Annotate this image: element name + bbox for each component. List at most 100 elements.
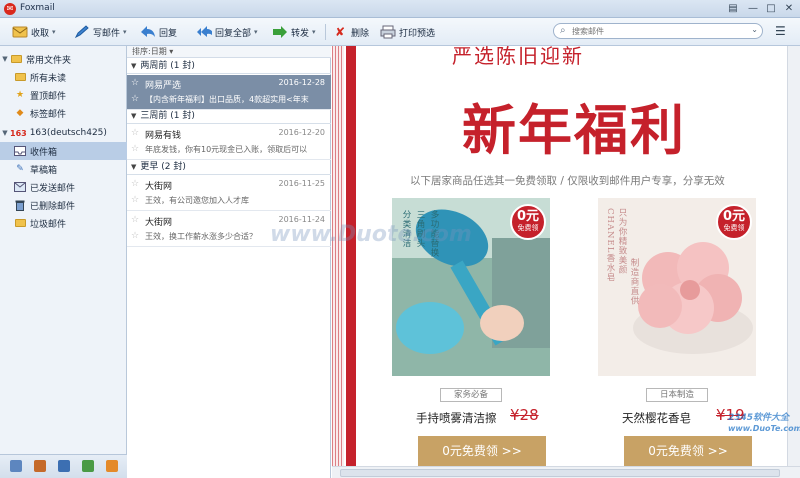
reply-all-label: 回复全部 xyxy=(215,28,252,39)
free-badge: 0元 免费领 xyxy=(510,204,546,240)
mail-view-icon[interactable] xyxy=(10,460,22,472)
flag-icon[interactable]: ☆ xyxy=(131,231,139,241)
flag-icon[interactable]: ☆ xyxy=(131,195,139,205)
mail-sender: 大街网 xyxy=(145,218,173,228)
mail-date: 2016-12-28 xyxy=(278,78,326,87)
sidebar-item-deleted[interactable]: 已删除邮件 xyxy=(0,196,127,214)
inbox-receive-icon xyxy=(12,25,28,39)
reply-arrow-icon xyxy=(140,25,156,39)
sidebar-item-account[interactable]: ▼ 163 163(deutsch425) xyxy=(0,124,127,142)
collapse-triangle-icon[interactable]: ▼ xyxy=(0,55,10,63)
print-preview-label: 打印预选 xyxy=(399,28,436,39)
product-tag: 日本制造 xyxy=(646,388,708,402)
printer-icon xyxy=(380,25,396,39)
contacts-icon[interactable] xyxy=(34,460,46,472)
group-label: 三周前 (1 封) xyxy=(140,111,195,121)
toolbar-divider xyxy=(325,24,326,40)
inbox-icon xyxy=(14,146,26,156)
window-title: Foxmail xyxy=(20,3,55,13)
notes-icon[interactable] xyxy=(82,460,94,472)
sidebar-item-label: 163(deutsch425) xyxy=(29,128,107,138)
maximize-icon[interactable]: □ xyxy=(764,2,778,16)
chevron-down-icon[interactable]: ▾ xyxy=(123,28,127,36)
sidebar-item-label: 垃圾邮件 xyxy=(30,219,67,230)
receive-button[interactable]: 收取 ▾ xyxy=(12,22,56,42)
search-box[interactable]: ⌕ ⌄ xyxy=(553,23,763,39)
star-icon: ★ xyxy=(15,90,25,100)
reply-label: 回复 xyxy=(159,28,178,39)
delete-x-icon: ✘ xyxy=(334,25,346,39)
mail-subject: 【内含新年福利】出口品质，4款超实用<年末 xyxy=(145,95,309,104)
minimize-icon[interactable]: — xyxy=(746,2,760,16)
claim-free-button[interactable]: 0元免费领 >> xyxy=(624,436,752,466)
close-icon[interactable]: ✕ xyxy=(782,2,796,16)
sidebar-item-all-unread[interactable]: 所有未读 xyxy=(0,68,127,86)
list-item[interactable]: ☆ 大街网 2016-11-25 ☆ 王效，有公司邀您加入人才库 xyxy=(127,176,331,211)
forward-arrow-icon xyxy=(272,25,288,39)
claim-free-button[interactable]: 0元免费领 >> xyxy=(418,436,546,466)
sidebar-item-tagged[interactable]: ◆ 标签邮件 xyxy=(0,104,127,122)
reply-all-arrow-icon xyxy=(196,25,212,39)
sidebar-item-label: 收件箱 xyxy=(30,147,58,158)
collapse-triangle-icon: ▼ xyxy=(131,112,137,120)
sidebar-item-sent[interactable]: 已发送邮件 xyxy=(0,178,127,196)
folder-icon xyxy=(14,218,26,228)
rss-icon[interactable] xyxy=(106,460,118,472)
compose-button[interactable]: 写邮件 ▾ xyxy=(74,22,127,42)
list-item[interactable]: ☆ 网易严选 2016-12-28 ☆ 【内含新年福利】出口品质，4款超实用<年… xyxy=(127,75,331,110)
collapse-triangle-icon: ▼ xyxy=(131,163,137,171)
tag-icon: ◆ xyxy=(16,108,24,118)
banner-top-text: 严选陈旧迎新 xyxy=(452,46,584,68)
menu-icon[interactable]: ▤ xyxy=(726,2,740,16)
reply-all-button[interactable]: 回复全部 ▾ xyxy=(196,22,258,42)
star-icon[interactable]: ☆ xyxy=(131,215,139,225)
star-icon[interactable]: ☆ xyxy=(131,179,139,189)
sidebar-item-inbox[interactable]: 收件箱 xyxy=(0,142,127,160)
vertical-scrollbar[interactable] xyxy=(787,46,800,466)
forward-button[interactable]: 转发 ▾ xyxy=(272,22,316,42)
search-input[interactable] xyxy=(572,25,732,37)
sort-header[interactable]: 排序:日期 ▾ xyxy=(127,46,331,58)
vertical-caption: 制造商直供 xyxy=(629,258,639,306)
group-header[interactable]: ▼ 三周前 (1 封) xyxy=(127,110,331,124)
star-icon[interactable]: ☆ xyxy=(131,128,139,138)
sidebar-item-drafts[interactable]: ✎ 草稿箱 xyxy=(0,160,127,178)
free-badge: 0元 免费领 xyxy=(716,204,752,240)
title-bar: ✉ Foxmail ▤ — □ ✕ xyxy=(0,0,800,18)
group-label: 更早 (2 封) xyxy=(140,162,186,172)
compose-label: 写邮件 xyxy=(93,28,121,39)
collapse-triangle-icon[interactable]: ▼ xyxy=(0,129,10,137)
main-menu-icon[interactable]: ☰ xyxy=(775,24,786,38)
calendar-icon[interactable] xyxy=(58,460,70,472)
badge-sub: 免费领 xyxy=(723,224,745,232)
sidebar: ▼ 常用文件夹 所有未读 ★ 置顶邮件 ◆ 标签邮件 ▼ 163 163(deu… xyxy=(0,46,127,478)
decorative-red-bar xyxy=(346,46,356,466)
draft-icon: ✎ xyxy=(16,164,24,174)
decorative-stripe xyxy=(332,46,344,466)
list-item[interactable]: ☆ 网易有钱 2016-12-20 ☆ 年底发钱，你有10元现金已入账，领取后可… xyxy=(127,125,331,160)
scrollbar-thumb[interactable] xyxy=(340,469,780,477)
watermark: 2345软件大全 xyxy=(728,413,790,423)
star-icon[interactable]: ☆ xyxy=(131,78,139,88)
badge-main: 0元 xyxy=(722,209,746,224)
watermark: www.Duote.com xyxy=(270,222,472,247)
sidebar-item-spam[interactable]: 垃圾邮件 xyxy=(0,214,127,232)
mail-list: 排序:日期 ▾ ▼ 两周前 (1 封) ☆ 网易严选 2016-12-28 ☆ 【… xyxy=(127,46,331,478)
reply-button[interactable]: 回复 xyxy=(140,22,177,42)
flag-icon[interactable]: ☆ xyxy=(131,144,139,154)
chevron-down-icon[interactable]: ▾ xyxy=(254,28,258,36)
sidebar-item-common-folders[interactable]: ▼ 常用文件夹 xyxy=(0,50,127,68)
mail-subject: 年底发钱，你有10元现金已入账，领取后可以 xyxy=(145,145,308,154)
sidebar-item-label: 已发送邮件 xyxy=(30,183,76,194)
group-header[interactable]: ▼ 更早 (2 封) xyxy=(127,161,331,175)
horizontal-scrollbar[interactable] xyxy=(332,466,800,478)
sort-label: 排序:日期 xyxy=(132,47,167,56)
sidebar-item-pinned[interactable]: ★ 置顶邮件 xyxy=(0,86,127,104)
print-preview-button[interactable]: 打印预选 xyxy=(380,22,435,42)
flag-icon[interactable]: ☆ xyxy=(131,94,139,104)
chevron-down-icon[interactable]: ▾ xyxy=(52,28,56,36)
double-chevron-down-icon[interactable]: ⌄ xyxy=(751,25,758,34)
delete-button[interactable]: ✘ 删除 xyxy=(332,22,369,42)
group-header[interactable]: ▼ 两周前 (1 封) xyxy=(127,60,331,74)
chevron-down-icon[interactable]: ▾ xyxy=(312,28,316,36)
